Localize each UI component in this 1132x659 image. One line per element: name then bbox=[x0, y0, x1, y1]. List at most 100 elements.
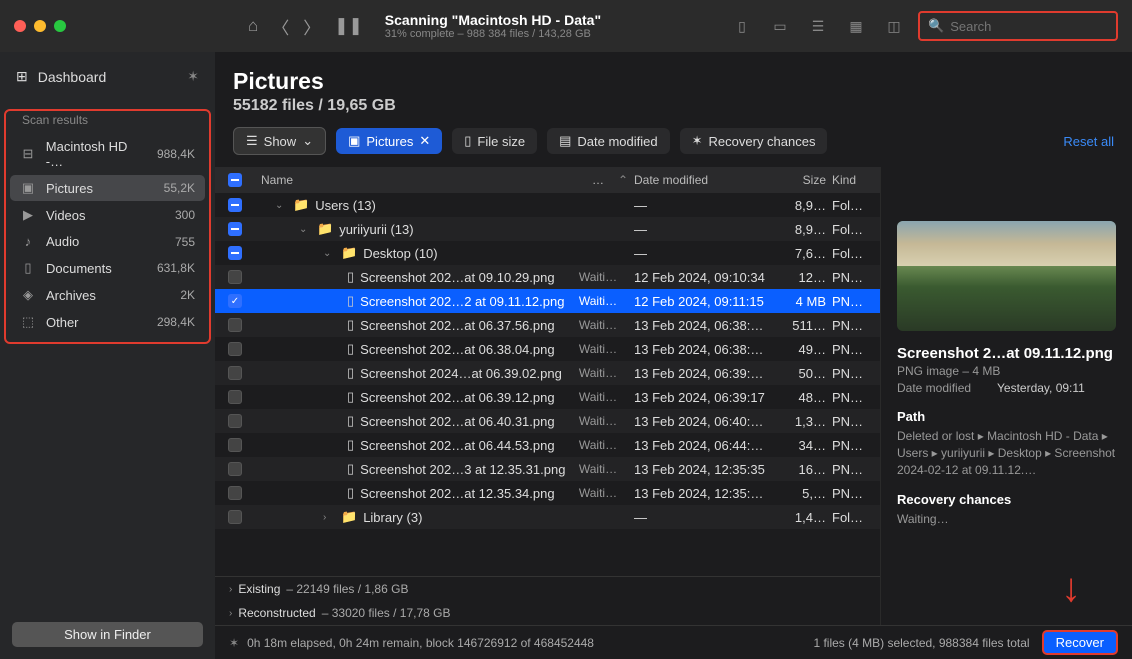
table-row[interactable]: ▯Screenshot 202…at 09.10.29.pngWaiti…12 … bbox=[215, 265, 880, 289]
col-date[interactable]: Date modified bbox=[634, 173, 782, 187]
table-row[interactable]: ›📁Library (3)—1,4…Fol… bbox=[215, 505, 880, 529]
grid-view-icon[interactable]: ▦ bbox=[842, 12, 870, 40]
sidebar-item-archives[interactable]: ◈Archives2K bbox=[10, 282, 205, 308]
row-status: Waiti… bbox=[578, 390, 618, 404]
sidebar-item-other[interactable]: ⬚Other298,4K bbox=[10, 309, 205, 335]
summary-existing[interactable]: › Existing – 22149 files / 1,86 GB bbox=[215, 577, 880, 601]
chevron-down-icon[interactable]: ⌄ bbox=[323, 248, 335, 259]
sidebar-item-count: 755 bbox=[175, 235, 195, 249]
document-view-icon[interactable]: ▯ bbox=[728, 12, 756, 40]
row-checkbox[interactable] bbox=[228, 342, 242, 356]
table-row[interactable]: ⌄📁yuriiyurii (13)—8,9…Fol… bbox=[215, 217, 880, 241]
sidebar-dashboard[interactable]: ⊞ Dashboard ✶ bbox=[0, 62, 215, 91]
reset-all-link[interactable]: Reset all bbox=[1063, 134, 1114, 149]
search-input[interactable] bbox=[950, 19, 1108, 34]
back-icon[interactable]: 〈 bbox=[272, 14, 289, 39]
col-kind[interactable]: Kind bbox=[832, 173, 872, 187]
row-checkbox[interactable] bbox=[228, 486, 242, 500]
table-row[interactable]: ▯Screenshot 202…at 06.40.31.pngWaiti…13 … bbox=[215, 409, 880, 433]
sidebar-item-documents[interactable]: ▯Documents631,8K bbox=[10, 255, 205, 281]
spinner-icon: ✶ bbox=[187, 68, 199, 85]
table-row[interactable]: ▯Screenshot 202…at 06.44.53.pngWaiti…13 … bbox=[215, 433, 880, 457]
drive-icon: ⊟ bbox=[20, 146, 36, 162]
close-icon[interactable] bbox=[14, 20, 26, 32]
forward-icon[interactable]: 〉 bbox=[303, 14, 320, 39]
row-filename: Screenshot 202…at 09.10.29.png bbox=[360, 270, 554, 285]
col-name[interactable]: Name bbox=[255, 173, 578, 187]
close-icon[interactable]: ✕ bbox=[419, 133, 430, 149]
sidebar-item-label: Videos bbox=[46, 208, 86, 223]
calendar-icon: ▤ bbox=[559, 133, 571, 149]
row-status: Waiti… bbox=[578, 438, 618, 452]
filter-pictures[interactable]: ▣ Pictures ✕ bbox=[336, 128, 442, 154]
chevron-down-icon[interactable]: ⌄ bbox=[299, 224, 311, 235]
table-row[interactable]: ▯Screenshot 202…3 at 12.35.31.pngWaiti…1… bbox=[215, 457, 880, 481]
sliders-icon: ☰ bbox=[246, 133, 258, 149]
maximize-icon[interactable] bbox=[54, 20, 66, 32]
chevron-right-icon[interactable]: › bbox=[323, 512, 335, 523]
row-date: — bbox=[634, 246, 782, 261]
row-checkbox[interactable] bbox=[228, 366, 242, 380]
sort-icon[interactable]: ⌃ bbox=[618, 173, 634, 187]
table-row[interactable]: ▯Screenshot 202…at 12.35.34.pngWaiti…13 … bbox=[215, 481, 880, 505]
sidebar-item-macintosh-hd-[interactable]: ⊟Macintosh HD -…988,4K bbox=[10, 134, 205, 174]
reconstructed-label: Reconstructed bbox=[238, 606, 315, 620]
col-more[interactable]: … bbox=[578, 173, 618, 187]
row-kind: PN… bbox=[832, 414, 872, 429]
show-in-finder-button[interactable]: Show in Finder bbox=[12, 622, 203, 647]
row-status: Waiti… bbox=[578, 414, 618, 428]
sidebar-item-videos[interactable]: ▶Videos300 bbox=[10, 202, 205, 228]
table-row[interactable]: ▯Screenshot 2024…at 06.39.02.pngWaiti…13… bbox=[215, 361, 880, 385]
filter-file-size[interactable]: ▯ File size bbox=[452, 128, 537, 154]
row-checkbox[interactable] bbox=[228, 510, 242, 524]
sidebar-item-pictures[interactable]: ▣Pictures55,2K bbox=[10, 175, 205, 201]
list-view-icon[interactable]: ☰ bbox=[804, 12, 832, 40]
columns-view-icon[interactable]: ◫ bbox=[880, 12, 908, 40]
filter-pictures-label: Pictures bbox=[366, 134, 413, 149]
sidebar-item-audio[interactable]: ♪Audio755 bbox=[10, 229, 205, 254]
filter-recovery[interactable]: ✶ Recovery chances bbox=[680, 128, 828, 154]
show-dropdown[interactable]: ☰ Show ⌄ bbox=[233, 127, 326, 155]
table-row[interactable]: ⌄📁Desktop (10)—7,6…Fol… bbox=[215, 241, 880, 265]
table-row[interactable]: ▯Screenshot 202…at 06.37.56.pngWaiti…13 … bbox=[215, 313, 880, 337]
dashboard-label: Dashboard bbox=[38, 69, 107, 85]
row-size: 511… bbox=[782, 318, 832, 333]
select-all-checkbox[interactable] bbox=[228, 173, 242, 187]
recover-button[interactable]: Recover bbox=[1042, 630, 1118, 655]
file-icon: ▯ bbox=[347, 413, 354, 429]
row-status: Waiti… bbox=[578, 462, 618, 476]
row-checkbox[interactable] bbox=[228, 438, 242, 452]
row-filename: Screenshot 202…at 06.39.12.png bbox=[360, 390, 554, 405]
table-row[interactable]: ⌄📁Users (13)—8,9…Fol… bbox=[215, 193, 880, 217]
preview-path-header: Path bbox=[897, 409, 1116, 424]
row-checkbox[interactable] bbox=[228, 270, 242, 284]
file-icon: ▯ bbox=[347, 389, 354, 405]
scan-title: Scanning "Macintosh HD - Data" bbox=[385, 12, 601, 28]
row-checkbox[interactable] bbox=[228, 390, 242, 404]
search-field[interactable]: 🔍 bbox=[918, 11, 1118, 41]
folder-view-icon[interactable]: ▭ bbox=[766, 12, 794, 40]
row-checkbox[interactable] bbox=[228, 246, 242, 260]
col-size[interactable]: Size bbox=[782, 173, 832, 187]
pause-icon[interactable]: ❚❚ bbox=[334, 16, 363, 36]
summary-reconstructed[interactable]: › Reconstructed – 33020 files / 17,78 GB bbox=[215, 601, 880, 625]
home-icon[interactable]: ⌂ bbox=[248, 16, 258, 36]
row-checkbox[interactable] bbox=[228, 222, 242, 236]
row-checkbox[interactable]: ✓ bbox=[228, 294, 242, 308]
chevron-down-icon[interactable]: ⌄ bbox=[275, 200, 287, 211]
table-row[interactable]: ✓▯Screenshot 202…2 at 09.11.12.pngWaiti…… bbox=[215, 289, 880, 313]
row-checkbox[interactable] bbox=[228, 198, 242, 212]
preview-date-label: Date modified bbox=[897, 381, 997, 395]
row-checkbox[interactable] bbox=[228, 462, 242, 476]
row-checkbox[interactable] bbox=[228, 318, 242, 332]
row-status: Waiti… bbox=[578, 318, 618, 332]
row-status: Waiti… bbox=[578, 270, 618, 284]
row-date: 12 Feb 2024, 09:11:15 bbox=[634, 294, 782, 309]
minimize-icon[interactable] bbox=[34, 20, 46, 32]
table-row[interactable]: ▯Screenshot 202…at 06.39.12.pngWaiti…13 … bbox=[215, 385, 880, 409]
row-checkbox[interactable] bbox=[228, 414, 242, 428]
row-filename: Screenshot 202…at 06.38.04.png bbox=[360, 342, 554, 357]
row-kind: Fol… bbox=[832, 510, 872, 525]
table-row[interactable]: ▯Screenshot 202…at 06.38.04.pngWaiti…13 … bbox=[215, 337, 880, 361]
filter-date[interactable]: ▤ Date modified bbox=[547, 128, 670, 154]
